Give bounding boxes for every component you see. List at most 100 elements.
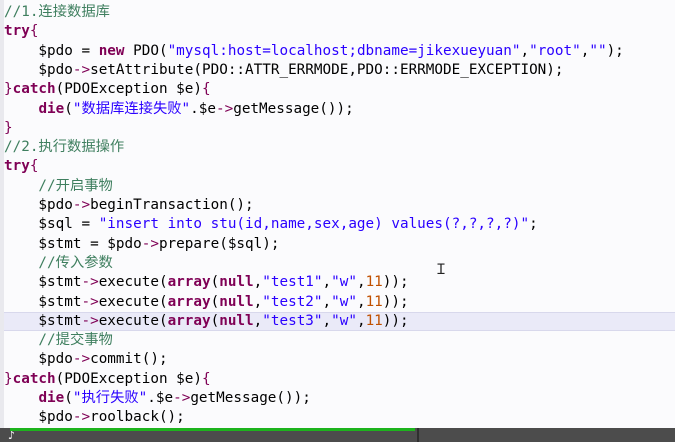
code-token-op: , (253, 312, 263, 329)
code-token-var: $stmt (4, 235, 82, 252)
code-token-op: ; (529, 216, 538, 233)
status-bar: ♪ (0, 428, 675, 442)
code-token-kw: null (219, 312, 254, 329)
code-token-op: ( (210, 274, 220, 291)
code-token-cmt: //开启事物 (4, 177, 113, 194)
code-token-brc: } (4, 119, 13, 136)
code-token-fn: (PDOException $e) (55, 370, 202, 387)
code-line[interactable]: try{ (4, 22, 38, 41)
code-line[interactable]: $pdo->beginTransaction(); (4, 196, 254, 215)
code-token-brc: { (29, 158, 39, 175)
code-line[interactable]: $stmt->execute(array(null,"test2","w",11… (4, 293, 409, 312)
code-line[interactable]: //1.连接数据库 (4, 3, 110, 22)
code-token-str: "w" (331, 274, 357, 291)
code-token-kw: try (4, 23, 30, 40)
code-line[interactable]: } (4, 119, 13, 138)
code-line[interactable]: //传入参数 (4, 254, 113, 273)
code-token-str: "mysql:host=localhost;dbname=jikexueyuan… (167, 42, 521, 59)
code-line[interactable]: $pdo->roolback(); (4, 408, 185, 427)
code-token-var: .$e (147, 390, 174, 406)
code-line[interactable]: die("执行失败".$e->getMessage()); (4, 389, 310, 408)
code-line[interactable]: }catch(PDOException $e){ (4, 370, 211, 389)
code-token-brc: { (29, 23, 39, 40)
code-token-str: "w" (331, 293, 357, 310)
code-token-op (4, 101, 38, 117)
code-token-str: "" (589, 42, 607, 59)
code-token-num: 11 (365, 293, 383, 310)
code-token-kw: array (167, 293, 211, 310)
code-token-brc: } (4, 81, 13, 98)
code-line[interactable]: //2.执行数据操作 (4, 138, 124, 157)
code-token-op: )); (382, 293, 409, 310)
code-token-str: "test3" (262, 312, 323, 329)
code-token-op: = (72, 216, 99, 233)
code-token-op: ); (606, 42, 624, 59)
code-token-kw: array (167, 312, 211, 329)
code-token-var: .$e (190, 100, 216, 117)
code-token-fn: beginTransaction(); (90, 197, 254, 213)
code-token-cmt: //传入参数 (4, 254, 113, 271)
code-token-fn: commit(); (90, 351, 168, 368)
code-line[interactable]: $pdo = new PDO("mysql:host=localhost;dbn… (4, 42, 624, 61)
code-token-cmt: //提交事物 (4, 332, 113, 349)
code-line[interactable]: }catch(PDOException $e){ (4, 80, 211, 99)
code-token-kw: new (98, 42, 125, 59)
code-token-var: $pdo (4, 61, 73, 78)
code-token-arrow: -> (81, 274, 99, 291)
code-token-var: $pdo (4, 409, 73, 426)
code-line[interactable]: $stmt->execute(array(null,"test3","w",11… (4, 311, 675, 331)
code-token-kw: die (38, 390, 65, 406)
code-token-var: $pdo (107, 235, 142, 252)
code-token-var: $pdo (4, 42, 73, 59)
code-token-fn: PDO( (124, 42, 168, 59)
code-line[interactable]: $pdo->commit(); (4, 350, 168, 369)
code-token-kw: catch (12, 370, 56, 387)
code-token-str: "test2" (262, 293, 323, 310)
code-token-op: = (72, 42, 99, 59)
code-token-op: ( (210, 293, 220, 310)
status-mark: ♪ (8, 429, 16, 442)
code-token-str: "w" (331, 312, 357, 329)
code-token-arrow: -> (216, 100, 234, 117)
code-token-fn: execute( (98, 274, 168, 291)
code-token-kw: try (4, 158, 30, 175)
code-token-kw: catch (12, 81, 56, 98)
code-token-fn: roolback(); (90, 409, 185, 426)
code-editor[interactable]: //1.连接数据库 try{ $pdo = new PDO("mysql:host… (0, 0, 675, 428)
code-token-var: $pdo (4, 351, 73, 368)
code-line[interactable]: $stmt->execute(array(null,"test1","w",11… (4, 273, 408, 292)
code-line[interactable]: die("数据库连接失败".$e->getMessage()); (4, 100, 353, 119)
code-token-var: $pdo (4, 197, 73, 213)
code-token-op: , (356, 274, 366, 291)
code-token-op: , (322, 274, 332, 291)
code-token-kw: die (38, 100, 65, 117)
code-token-op: )); (382, 312, 409, 329)
code-line[interactable]: //提交事物 (4, 331, 113, 350)
code-line[interactable]: //开启事物 (4, 177, 113, 196)
code-line[interactable]: $pdo->setAttribute(PDO::ATTR_ERRMODE,PDO… (4, 61, 563, 80)
code-token-op: , (356, 312, 366, 329)
code-token-brc: { (201, 81, 211, 98)
code-token-num: 11 (365, 274, 383, 291)
code-token-brc: } (4, 370, 13, 387)
code-token-arrow: -> (72, 61, 91, 78)
status-progress-bar (10, 428, 415, 431)
code-token-fn: execute( (98, 312, 168, 329)
code-token-str: "执行失败" (72, 390, 148, 406)
code-line[interactable]: $sql = "insert into stu(id,name,sex,age)… (4, 215, 538, 234)
code-token-fn: (PDOException $e) (55, 81, 202, 98)
code-line[interactable]: try{ (4, 157, 38, 176)
code-token-op: , (253, 274, 263, 291)
code-token-op: , (322, 293, 332, 310)
code-token-op: = (81, 235, 108, 252)
code-token-arrow: -> (173, 390, 191, 406)
code-token-num: 11 (365, 312, 383, 329)
code-line[interactable]: $stmt = $pdo->prepare($sql); (4, 235, 279, 254)
code-token-str: "insert into stu(id,name,sex,age) values… (98, 216, 530, 233)
code-token-op: ( (64, 100, 73, 117)
code-token-op: , (520, 42, 530, 59)
code-token-op: , (356, 293, 366, 310)
code-token-var: $stmt (4, 293, 82, 310)
code-token-op: ( (64, 390, 73, 406)
code-token-fn: prepare($sql); (158, 235, 280, 252)
